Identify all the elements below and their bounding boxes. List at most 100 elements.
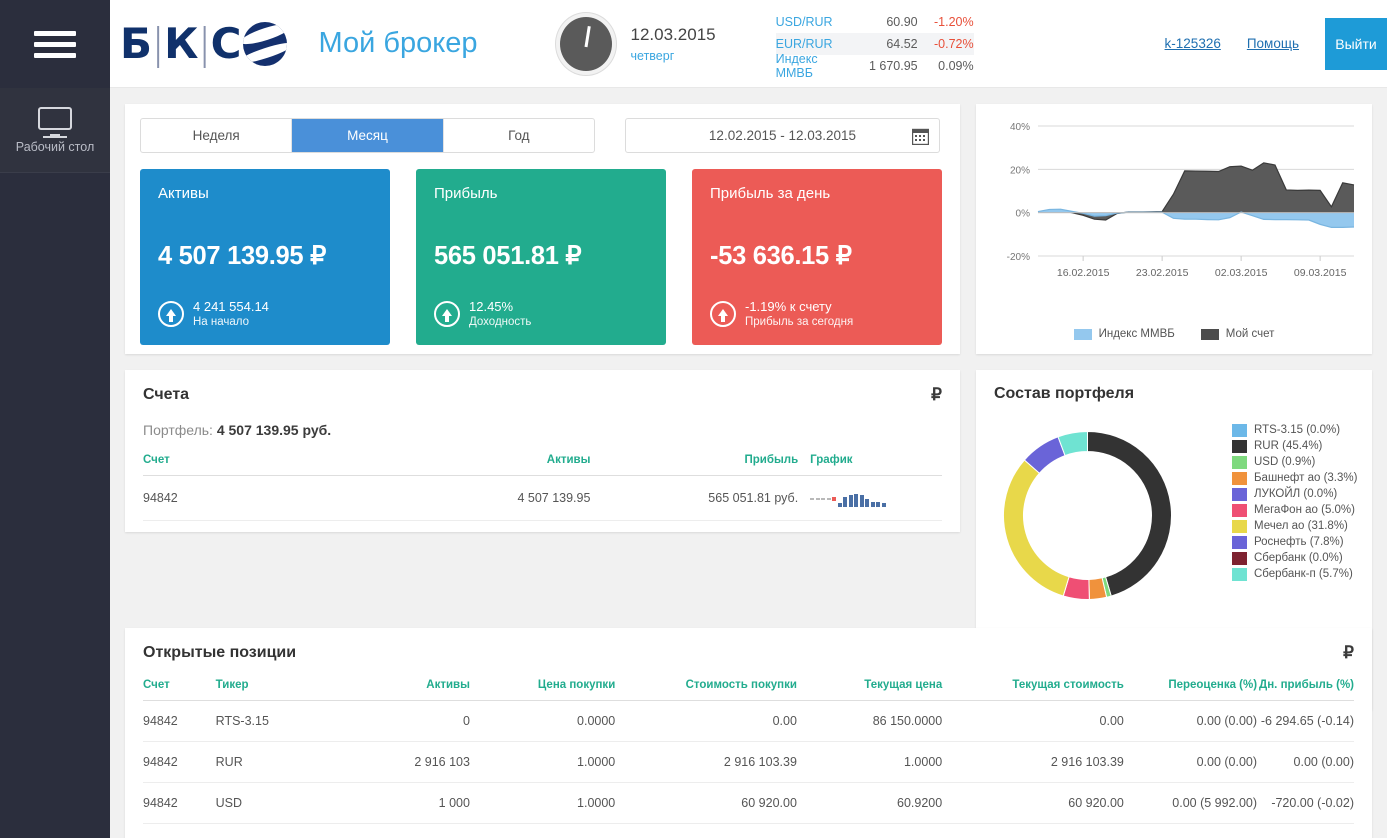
calendar-icon[interactable] (912, 127, 929, 145)
ruble-currency-icon[interactable]: ₽ (931, 385, 942, 405)
cell-assets: 4 507 139.95 (367, 476, 591, 521)
brand-logo[interactable]: Б | К | С (120, 19, 287, 68)
sidebar-item-label: Рабочий стол (16, 140, 94, 154)
logo-letter-k: К (164, 19, 197, 68)
cell-cur_value: 60 920.00 (942, 783, 1124, 824)
portfolio-legend-item[interactable]: ЛУКОЙЛ (0.0%) (1232, 486, 1357, 502)
header: Б | К | С Мой брокер 12.03.2015 четверг … (110, 0, 1387, 88)
portfolio-legend-item[interactable]: МегаФон ао (5.0%) (1232, 502, 1357, 518)
sparkline-bar (827, 498, 831, 500)
rate-change: -0.72% (918, 37, 974, 51)
kpi-card-day-profit[interactable]: Прибыль за день -53 636.15 ₽ -1.19% к сч… (692, 169, 942, 345)
portfolio-legend-item[interactable]: Сбербанк-п (5.7%) (1232, 566, 1357, 582)
portfolio-legend-label: RTS-3.15 (0.0%) (1254, 424, 1340, 436)
table-row[interactable]: 94842USD1 0001.000060 920.0060.920060 92… (143, 783, 1354, 824)
portfolio-legend-label: Роснефть (7.8%) (1254, 536, 1344, 548)
rate-value: 60.90 (858, 15, 918, 29)
positions-col-0[interactable]: Счет (143, 679, 216, 701)
kpi-card-footer: -1.19% к счету Прибыль за сегодня (710, 298, 853, 331)
hamburger-menu-icon[interactable] (34, 25, 76, 64)
svg-text:-20%: -20% (1007, 252, 1030, 263)
positions-col-2[interactable]: Активы (361, 679, 470, 701)
sparkline-bar (810, 498, 814, 500)
help-link[interactable]: Помощь (1247, 36, 1299, 51)
positions-col-1[interactable]: Тикер (216, 679, 361, 701)
cell-day_profit: -720.00 (-0.02) (1257, 783, 1354, 824)
sparkline-bar (832, 497, 836, 501)
date-range-picker[interactable]: 12.02.2015 - 12.03.2015 (625, 118, 940, 153)
positions-col-5[interactable]: Текущая цена (797, 679, 942, 701)
accounts-table-header-row: Счет Активы Прибыль График (143, 454, 942, 476)
col-profit[interactable]: Прибыль (590, 454, 798, 476)
col-chart[interactable]: График (798, 454, 942, 476)
cell-cur_value: 2 916 103.39 (942, 742, 1124, 783)
portfolio-legend-item[interactable]: USD (0.9%) (1232, 454, 1357, 470)
rate-name: EUR/RUR (776, 37, 858, 51)
period-tab-month[interactable]: Месяц (292, 119, 443, 152)
table-row[interactable]: 94842 4 507 139.95 565 051.81 руб. (143, 476, 942, 521)
kpi-card-title: Прибыль за день (710, 185, 924, 202)
arrow-up-circle-icon (158, 301, 184, 327)
kpi-card-value: 4 507 139.95 ₽ (158, 241, 326, 271)
portfolio-legend-item[interactable]: Башнефт ао (3.3%) (1232, 470, 1357, 486)
table-row[interactable]: 94842RTS-3.1500.00000.0086 150.00000.000… (143, 701, 1354, 742)
sparkline-bar (821, 498, 825, 500)
portfolio-legend-swatch (1232, 520, 1247, 533)
legend-label: Индекс ММВБ (1099, 328, 1175, 340)
open-positions-panel: Открытые позиции ₽ СчетТикерАктивыЦена п… (125, 628, 1372, 838)
portfolio-legend-label: Сбербанк (0.0%) (1254, 552, 1343, 564)
rate-row: Индекс ММВБ 1 670.95 0.09% (776, 55, 974, 77)
cell-buy_value: 2 916 103.39 (615, 742, 797, 783)
kpi-card-assets[interactable]: Активы 4 507 139.95 ₽ 4 241 554.14 На на… (140, 169, 390, 345)
legend-item[interactable]: Мой счет (1201, 328, 1275, 340)
portfolio-legend-item[interactable]: Сбербанк (0.0%) (1232, 550, 1357, 566)
col-assets[interactable]: Активы (367, 454, 591, 476)
portfolio-legend-item[interactable]: RUR (45.4%) (1232, 438, 1357, 454)
cell-buy_value: 0.00 (615, 701, 797, 742)
performance-chart-panel: 40%20%0%-20%16.02.201523.02.201502.03.20… (976, 104, 1372, 354)
cell-account: 94842 (143, 701, 216, 742)
logo-separator-1: | (151, 19, 164, 68)
sidebar-toggle-button[interactable] (0, 0, 110, 88)
table-row[interactable]: 94842RUR2 916 1031.00002 916 103.391.000… (143, 742, 1354, 783)
cell-profit: 565 051.81 руб. (590, 476, 798, 521)
logout-button[interactable]: Выйти (1325, 18, 1387, 70)
ruble-currency-icon[interactable]: ₽ (1343, 643, 1354, 663)
cell-ticker: RUR (216, 742, 361, 783)
portfolio-legend-item[interactable]: Мечел ао (31.8%) (1232, 518, 1357, 534)
legend-swatch-index (1074, 329, 1092, 340)
col-account[interactable]: Счет (143, 454, 367, 476)
positions-col-8[interactable]: Дн. прибыль (%) (1257, 679, 1354, 701)
main-content: Неделя Месяц Год 12.02.2015 - 12.03.2015 (110, 88, 1387, 838)
sidebar-item-desktop[interactable]: Рабочий стол (0, 88, 110, 173)
positions-col-7[interactable]: Переоценка (%) (1124, 679, 1257, 701)
positions-col-4[interactable]: Стоимость покупки (615, 679, 797, 701)
positions-col-3[interactable]: Цена покупки (470, 679, 615, 701)
period-tab-week[interactable]: Неделя (141, 119, 292, 152)
positions-col-6[interactable]: Текущая стоимость (942, 679, 1124, 701)
cell-day_profit: -6 294.65 (-0.14) (1257, 701, 1354, 742)
period-tab-year[interactable]: Год (444, 119, 594, 152)
portfolio-legend-label: Башнефт ао (3.3%) (1254, 472, 1357, 484)
kpi-card-foot-sub: Прибыль за сегодня (745, 315, 853, 331)
portfolio-title: Состав портфеля (994, 385, 1372, 403)
donut-segment[interactable] (1088, 432, 1172, 597)
account-link[interactable]: k-125326 (1165, 36, 1221, 51)
kpi-card-foot-sub: На начало (193, 315, 269, 331)
rate-change: -1.20% (918, 15, 974, 29)
cell-account: 94842 (143, 783, 216, 824)
kpi-card-profit[interactable]: Прибыль 565 051.81 ₽ 12.45% Доходность (416, 169, 666, 345)
portfolio-legend-item[interactable]: RTS-3.15 (0.0%) (1232, 422, 1357, 438)
table-row[interactable]: 94842Башнефт ао1201 693.0583203 167.001 … (143, 824, 1354, 838)
portfolio-legend-swatch (1232, 440, 1247, 453)
portfolio-legend-swatch (1232, 424, 1247, 437)
performance-area-chart: 40%20%0%-20%16.02.201523.02.201502.03.20… (976, 104, 1372, 304)
cell-assets: 0 (361, 701, 470, 742)
legend-item[interactable]: Индекс ММВБ (1074, 328, 1175, 340)
donut-segment[interactable] (1004, 460, 1070, 596)
portfolio-donut-chart (1000, 428, 1175, 603)
rate-name: Индекс ММВБ (776, 52, 858, 80)
portfolio-legend-item[interactable]: Роснефть (7.8%) (1232, 534, 1357, 550)
portfolio-legend-label: Сбербанк-п (5.7%) (1254, 568, 1353, 580)
app-root: Рабочий стол Б | К | С Мой брокер 12.03.… (0, 0, 1387, 838)
